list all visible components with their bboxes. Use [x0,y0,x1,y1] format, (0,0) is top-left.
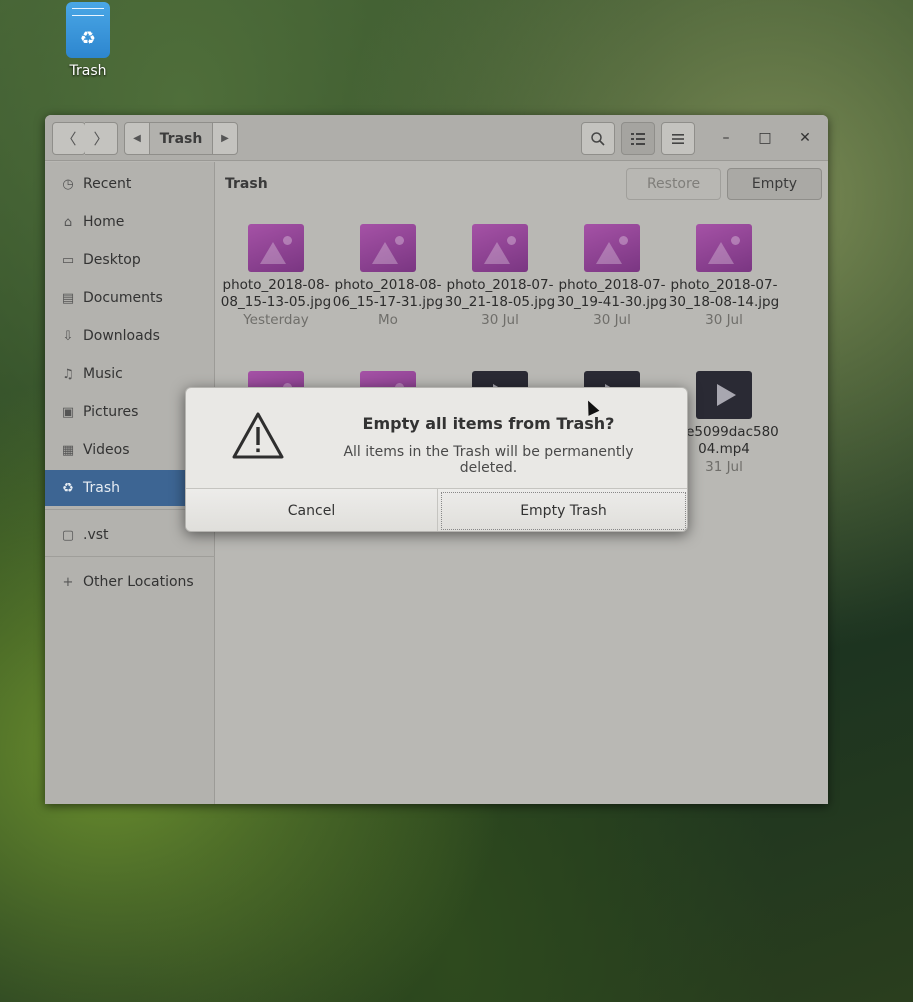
minimize-button[interactable]: – [715,127,737,149]
empty-trash-button[interactable]: Empty [727,168,822,200]
sidebar-item-label: Desktop [83,252,141,268]
chevron-right-icon: 〉 [93,130,109,148]
sidebar-item-label: Pictures [83,404,139,420]
desktop-icon: ▭ [61,252,75,268]
sidebar-item-documents[interactable]: ▤ Documents [45,280,215,316]
file-date: Yesterday [243,312,309,328]
file-item[interactable]: photo_2018-08-08_15-13-05.jpg Yesterday [220,224,332,328]
video-file-icon [696,371,752,419]
folder-icon: ▢ [61,527,75,543]
sidebar-item-label: .vst [83,527,109,543]
sidebar-item-label: Documents [83,290,163,306]
view-list-button[interactable] [621,122,655,155]
empty-trash-dialog: Empty all items from Trash? All items in… [185,387,688,532]
sidebar-divider [45,556,215,557]
forward-button[interactable]: 〉 [85,122,118,155]
maximize-icon: □ [758,130,772,146]
picture-icon: ▣ [61,404,75,420]
chevron-left-icon: 〈 [61,130,77,148]
file-date: Mo [378,312,398,328]
menu-button[interactable] [661,122,695,155]
image-file-icon [472,224,528,272]
file-date: 30 Jul [705,312,743,328]
sidebar-item-recent[interactable]: ◷ Recent [45,166,215,202]
image-file-icon [360,224,416,272]
file-item[interactable]: photo_2018-08-06_15-17-31.jpg Mo [332,224,444,328]
sidebar-item-label: Videos [83,442,130,458]
list-view-icon [631,132,645,145]
file-date: 30 Jul [593,312,631,328]
sidebar-item-label: Trash [83,480,120,496]
desktop-trash-icon[interactable]: ♻ Trash [60,2,116,79]
hamburger-menu-icon [672,133,684,144]
music-icon: ♫ [62,366,74,382]
header-bar: 〈 〉 ◀ Trash ▶ – □ ✕ [45,115,828,161]
dialog-button-row: Cancel Empty Trash [186,488,687,531]
path-bar: ◀ Trash ▶ [124,122,238,155]
sidebar-item-label: Music [83,366,123,382]
video-icon: ▦ [61,442,75,458]
home-icon: ⌂ [63,214,73,230]
sidebar-item-downloads[interactable]: ⇩ Downloads [45,318,215,354]
search-icon [591,131,605,146]
download-icon: ⇩ [62,328,74,344]
search-button[interactable] [581,122,615,155]
file-name: photo_2018-08-06_15-17-31.jpg [332,277,444,310]
sidebar-item-other-locations[interactable]: + Other Locations [45,564,215,600]
location-title: Trash [225,176,268,192]
desktop-trash-label: Trash [69,63,107,79]
cancel-button[interactable]: Cancel [186,489,438,531]
plus-icon: + [62,574,74,590]
empty-trash-confirm-button[interactable]: Empty Trash [438,489,687,531]
clock-icon: ◷ [62,176,74,192]
dialog-message: All items in the Trash will be permanent… [343,444,634,476]
file-item[interactable]: photo_2018-07-30_18-08-14.jpg 30 Jul [668,224,780,328]
sidebar-item-desktop[interactable]: ▭ Desktop [45,242,215,278]
warning-icon [232,412,284,459]
sidebar-item-label: Home [83,214,125,230]
path-right-arrow-icon[interactable]: ▶ [213,123,237,154]
sidebar-item-home[interactable]: ⌂ Home [45,204,215,240]
image-file-icon [584,224,640,272]
file-name: photo_2018-08-08_15-13-05.jpg [220,277,332,310]
document-icon: ▤ [61,290,75,306]
file-item[interactable]: photo_2018-07-30_19-41-30.jpg 30 Jul [556,224,668,328]
sidebar-item-label: Other Locations [83,574,194,590]
path-crumb-trash[interactable]: Trash [149,123,213,154]
path-left-arrow-icon[interactable]: ◀ [125,123,149,154]
file-date: 30 Jul [481,312,519,328]
maximize-button[interactable]: □ [754,127,776,149]
sidebar-item-label: Recent [83,176,132,192]
image-file-icon [696,224,752,272]
minimize-icon: – [722,130,730,146]
file-name: photo_2018-07-30_21-18-05.jpg [444,277,556,310]
dialog-title: Empty all items from Trash? [362,414,615,433]
trash-can-icon: ♻ [66,2,110,58]
close-icon: ✕ [799,130,811,146]
image-file-icon [248,224,304,272]
file-name: photo_2018-07-30_19-41-30.jpg [556,277,668,310]
file-name: photo_2018-07-30_18-08-14.jpg [668,277,780,310]
file-item[interactable]: photo_2018-07-30_21-18-05.jpg 30 Jul [444,224,556,328]
back-button[interactable]: 〈 [52,122,86,155]
close-button[interactable]: ✕ [794,127,816,149]
trash-icon: ♻ [62,480,74,496]
restore-button[interactable]: Restore [626,168,721,200]
sidebar-item-label: Downloads [83,328,160,344]
